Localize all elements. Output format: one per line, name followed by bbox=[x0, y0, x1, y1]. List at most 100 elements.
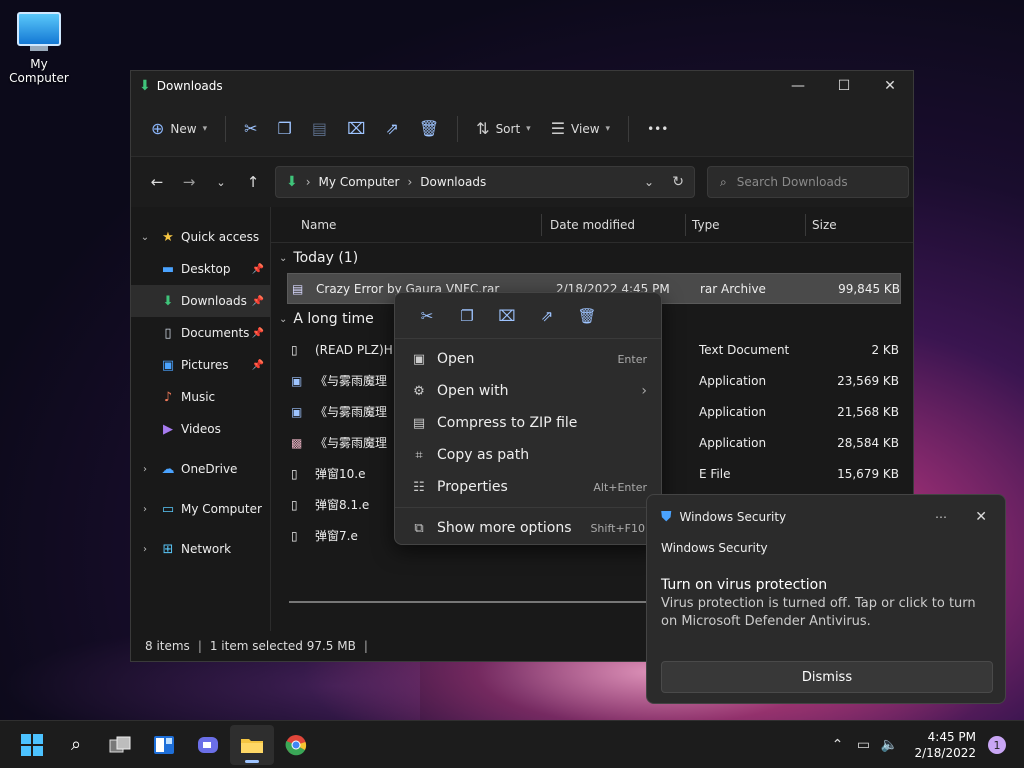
column-size[interactable]: Size bbox=[805, 213, 885, 236]
column-date-modified[interactable]: Date modified bbox=[541, 213, 685, 236]
network-icon[interactable]: ▭ bbox=[850, 737, 876, 753]
taskbar: ⌕ ⌃ ▭ 🔈 4:45 PM 2/18/2022 1 bbox=[0, 720, 1024, 768]
nav-item-documents[interactable]: ▯ Documents 📌 bbox=[131, 317, 270, 349]
nav-item-desktop[interactable]: ▬ Desktop 📌 bbox=[131, 253, 270, 285]
menu-item-properties[interactable]: ☷ Properties Alt+Enter bbox=[395, 471, 661, 503]
close-button[interactable]: ✕ bbox=[867, 71, 913, 101]
volume-icon[interactable]: 🔈 bbox=[876, 737, 902, 753]
chevron-right-icon[interactable]: › bbox=[131, 504, 159, 515]
chat-button[interactable] bbox=[186, 725, 230, 765]
rename-icon: ⌧ bbox=[347, 119, 366, 138]
chevron-right-icon[interactable]: › bbox=[131, 544, 159, 555]
widgets-button[interactable] bbox=[142, 725, 186, 765]
task-view-button[interactable] bbox=[98, 725, 142, 765]
notification-badge[interactable]: 1 bbox=[988, 736, 1006, 754]
copy-icon: ❐ bbox=[277, 119, 292, 138]
maximize-button[interactable]: ☐ bbox=[821, 71, 867, 101]
nav-quick-access[interactable]: ⌄ ★ Quick access bbox=[131, 221, 270, 253]
search-box[interactable]: ⌕ Search Downloads bbox=[707, 166, 909, 198]
menu-item-show-more-options[interactable]: ⧉ Show more options Shift+F10 bbox=[395, 512, 661, 544]
close-icon[interactable]: ✕ bbox=[975, 509, 987, 525]
open-icon: ▣ bbox=[412, 351, 426, 367]
menu-item-compress-zip[interactable]: ▤ Compress to ZIP file bbox=[395, 407, 661, 439]
new-button[interactable]: ⊕ New ▾ bbox=[141, 111, 217, 147]
column-name[interactable]: Name bbox=[271, 218, 541, 232]
nav-item-pictures[interactable]: ▣ Pictures 📌 bbox=[131, 349, 270, 381]
file-explorer-taskbar-button[interactable] bbox=[230, 724, 274, 765]
view-button[interactable]: ☰ View ▾ bbox=[541, 111, 620, 147]
rename-icon[interactable]: ⌧ bbox=[487, 307, 527, 325]
address-bar[interactable]: ⬇ › My Computer › Downloads ⌄ ↻ bbox=[275, 166, 695, 198]
copy-icon[interactable]: ❐ bbox=[447, 307, 487, 325]
download-icon: ⬇ bbox=[139, 78, 151, 94]
more-options-button[interactable]: ••• bbox=[637, 111, 678, 147]
path-icon: ⌗ bbox=[415, 447, 423, 463]
nav-network[interactable]: › ⊞ Network bbox=[131, 533, 270, 565]
back-button[interactable]: ← bbox=[141, 166, 173, 198]
sort-button[interactable]: ⇅ Sort ▾ bbox=[466, 111, 541, 147]
nav-item-downloads[interactable]: ⬇ Downloads 📌 bbox=[131, 285, 270, 317]
title-bar[interactable]: ⬇ Downloads — ☐ ✕ bbox=[131, 71, 913, 101]
menu-item-open[interactable]: ▣ Open Enter bbox=[395, 343, 661, 375]
application-icon: ▣ bbox=[291, 404, 303, 419]
trash-icon: 🗑 bbox=[418, 119, 440, 138]
search-button[interactable]: ⌕ bbox=[54, 725, 98, 765]
clock[interactable]: 4:45 PM 2/18/2022 bbox=[914, 729, 976, 761]
forward-button[interactable]: → bbox=[173, 166, 205, 198]
nav-item-music[interactable]: ♪ Music bbox=[131, 381, 270, 413]
delete-button[interactable]: 🗑 bbox=[409, 111, 449, 147]
cut-button[interactable]: ✂ bbox=[234, 111, 267, 147]
rename-button[interactable]: ⌧ bbox=[337, 111, 375, 147]
up-button[interactable]: ↑ bbox=[237, 166, 269, 198]
share-button[interactable]: ⇗ bbox=[375, 111, 408, 147]
menu-item-copy-as-path[interactable]: ⌗ Copy as path bbox=[395, 439, 661, 471]
clock-time: 4:45 PM bbox=[927, 730, 976, 744]
file-icon: ▯ bbox=[291, 497, 298, 512]
nav-item-videos[interactable]: ▶ Videos bbox=[131, 413, 270, 445]
scissors-icon[interactable]: ✂ bbox=[407, 307, 447, 325]
zip-icon: ▤ bbox=[412, 415, 426, 431]
clock-date: 2/18/2022 bbox=[914, 746, 976, 760]
start-button[interactable] bbox=[10, 725, 54, 765]
copy-button[interactable]: ❐ bbox=[268, 111, 302, 147]
paste-button[interactable]: ▤ bbox=[302, 111, 337, 147]
breadcrumb-downloads[interactable]: Downloads bbox=[420, 175, 486, 189]
desktop-icon: ▬ bbox=[161, 261, 175, 277]
share-icon[interactable]: ⇗ bbox=[527, 307, 567, 325]
chevron-down-icon: ▾ bbox=[605, 123, 611, 134]
group-header-today[interactable]: ⌄ Today (1) bbox=[271, 243, 913, 273]
horizontal-scrollbar[interactable] bbox=[289, 601, 649, 603]
chevron-right-icon: › bbox=[407, 175, 413, 189]
chevron-right-icon[interactable]: › bbox=[131, 464, 159, 475]
desktop-icon-my-computer[interactable]: My Computer bbox=[0, 8, 78, 85]
chat-icon bbox=[198, 736, 218, 753]
more-options-icon: ⧉ bbox=[414, 520, 424, 536]
sort-icon: ⇅ bbox=[476, 119, 490, 138]
windows-logo-icon bbox=[21, 733, 43, 756]
document-icon: ▯ bbox=[164, 325, 172, 341]
security-notification[interactable]: ⛊ Windows Security ⋯ ✕ Windows Security … bbox=[646, 494, 1006, 704]
chevron-up-icon[interactable]: ⌃ bbox=[824, 737, 850, 753]
ellipsis-icon[interactable]: ⋯ bbox=[935, 510, 947, 524]
menu-item-open-with[interactable]: ⚙ Open with › bbox=[395, 375, 661, 407]
dismiss-button[interactable]: Dismiss bbox=[661, 661, 993, 693]
chevron-down-icon[interactable]: ⌄ bbox=[644, 175, 654, 189]
chrome-button[interactable] bbox=[274, 725, 318, 765]
chevron-down-icon[interactable]: ⌄ bbox=[131, 232, 159, 243]
music-icon: ♪ bbox=[163, 389, 173, 405]
video-icon: ▶ bbox=[163, 421, 173, 437]
open-with-icon: ⚙ bbox=[413, 383, 425, 399]
nav-my-computer[interactable]: › ▭ My Computer bbox=[131, 493, 270, 525]
monitor-icon: ▭ bbox=[161, 501, 175, 517]
column-type[interactable]: Type bbox=[685, 213, 805, 236]
refresh-icon[interactable]: ↻ bbox=[672, 174, 684, 190]
download-icon: ⬇ bbox=[162, 293, 174, 309]
notification-header: ⛊ Windows Security ⋯ ✕ bbox=[647, 495, 1005, 539]
cloud-icon: ☁ bbox=[161, 461, 175, 477]
breadcrumb-my-computer[interactable]: My Computer bbox=[319, 175, 400, 189]
pin-icon: 📌 bbox=[251, 359, 264, 371]
trash-icon[interactable]: 🗑 bbox=[567, 307, 607, 325]
nav-onedrive[interactable]: › ☁ OneDrive bbox=[131, 453, 270, 485]
recent-locations-button[interactable]: ⌄ bbox=[205, 166, 237, 198]
minimize-button[interactable]: — bbox=[775, 71, 821, 101]
